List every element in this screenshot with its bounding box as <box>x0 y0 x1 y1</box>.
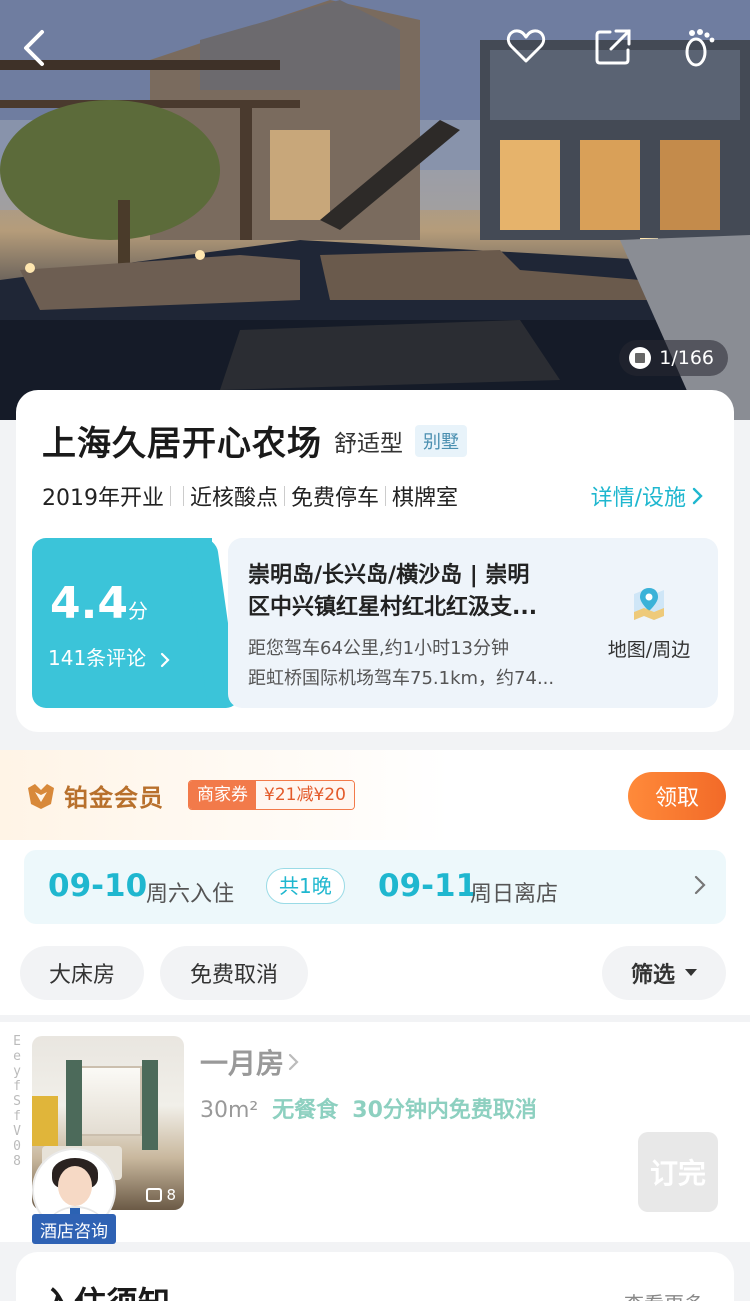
distance-info: 距您驾车64公里,约1小时13分钟 距虹桥国际机场驾车75.1km，约74... <box>248 634 578 694</box>
caret-down-icon <box>685 969 697 976</box>
map-surroundings-button[interactable]: 地图/周边 <box>594 584 704 662</box>
checkout-label: 周日离店 <box>470 882 559 907</box>
room-photo-count: 8 <box>146 1186 176 1204</box>
location-box[interactable]: 崇明岛/长兴岛/横沙岛 | 崇明 区中兴镇红星村红北红汲支... 距您驾车64公… <box>228 538 718 708</box>
notice-title: 入住须知 <box>42 1278 170 1301</box>
crown-icon <box>28 783 54 809</box>
hotel-type: 舒适型 <box>334 430 403 457</box>
nights-badge: 共1晚 <box>266 868 345 904</box>
divider <box>170 486 171 506</box>
details-facilities-link[interactable]: 详情/设施 <box>591 480 704 512</box>
heart-icon <box>506 29 546 63</box>
claim-coupon-button[interactable]: 领取 <box>628 772 726 820</box>
hotel-info-card: 上海久居开心农场 舒适型 别墅 2019年开业 近核酸点 免费停车 棋牌室 详情… <box>16 390 734 732</box>
member-level: 铂金会员 <box>64 784 164 812</box>
checkout-date: 09-11 <box>378 868 478 904</box>
divider <box>284 486 286 506</box>
distance-from-user: 距您驾车64公里,约1小时13分钟 <box>248 638 509 659</box>
room-meal: 无餐食 <box>272 1098 339 1123</box>
divider <box>183 486 184 506</box>
checkin-date: 09-10 <box>48 868 148 904</box>
share-icon <box>595 29 631 65</box>
back-button[interactable] <box>20 28 68 76</box>
favorite-button[interactable] <box>506 28 554 76</box>
footprint-icon <box>685 29 715 67</box>
details-facilities-label: 详情/设施 <box>590 486 686 511</box>
image-icon <box>146 1188 163 1202</box>
hotel-name: 上海久居开心农场 <box>42 424 322 464</box>
member-benefit-strip: 铂金会员 商家券 ¥21减¥20 领取 <box>0 750 750 840</box>
chevron-right-icon <box>694 875 706 895</box>
date-filter-section: 09-10 周六入住 共1晚 09-11 周日离店 大床房 免费取消 筛选 <box>0 840 750 1015</box>
review-count-link[interactable]: 141条评论 <box>48 642 171 671</box>
merchant-coupon[interactable]: 商家券 ¥21减¥20 <box>188 780 355 810</box>
chevron-right-icon <box>160 652 170 667</box>
notice-more-link[interactable]: 查看更多 <box>624 1288 704 1301</box>
room-list-item[interactable]: EeyfSfV08 8 酒店咨询 一月房 30m² 无餐食 30分钟内免费取消 … <box>0 1022 750 1244</box>
back-arrow-icon <box>24 30 44 66</box>
photo-count-text: 1/166 <box>659 347 714 369</box>
filter-button[interactable]: 筛选 <box>602 946 726 1000</box>
room-size: 30m² <box>200 1098 259 1123</box>
chevron-right-icon <box>692 487 703 505</box>
coupon-type: 商家券 <box>189 781 256 809</box>
map-label: 地图/周边 <box>607 639 691 661</box>
checkin-notice-card: 入住须知 查看更多 <box>16 1252 734 1301</box>
fact-parking: 免费停车 <box>291 486 380 511</box>
filter-label: 筛选 <box>630 963 675 988</box>
divider <box>385 486 387 506</box>
image-icon <box>629 347 652 369</box>
room-cancel-policy: 30分钟内免费取消 <box>352 1098 537 1123</box>
date-selector[interactable]: 09-10 周六入住 共1晚 09-11 周日离店 <box>24 850 726 924</box>
fact-covid-test: 近核酸点 <box>190 486 279 511</box>
map-pin-icon <box>634 588 664 620</box>
title-row: 上海久居开心农场 舒适型 别墅 <box>42 416 467 465</box>
facts-row[interactable]: 2019年开业 近核酸点 免费停车 棋牌室 <box>42 480 458 512</box>
rating-score: 4.4分 <box>50 578 148 629</box>
rating-unit: 分 <box>127 599 148 623</box>
hotel-consult-button[interactable]: 酒店咨询 <box>32 1214 116 1244</box>
room-name[interactable]: 一月房 <box>200 1042 300 1082</box>
side-code-text: EeyfSfV08 <box>13 1034 21 1169</box>
sold-out-button[interactable]: 订完 <box>638 1132 718 1212</box>
filter-chip-king-bed[interactable]: 大床房 <box>20 946 144 1000</box>
fact-mahjong-room: 棋牌室 <box>392 486 459 511</box>
distance-from-airport: 距虹桥国际机场驾车75.1km，约74... <box>248 668 555 689</box>
member-badge: 铂金会员 <box>26 778 164 813</box>
hotel-address: 崇明岛/长兴岛/横沙岛 | 崇明 区中兴镇红星村红北红汲支... <box>248 563 538 620</box>
rating-box[interactable]: 4.4分 141条评论 <box>32 538 240 708</box>
filter-chip-free-cancel[interactable]: 免费取消 <box>160 946 308 1000</box>
hotel-category-tag: 别墅 <box>415 424 467 457</box>
chevron-right-icon <box>288 1053 299 1071</box>
share-button[interactable] <box>594 28 642 76</box>
hero-image[interactable]: 1/166 <box>0 0 750 420</box>
review-count: 141条评论 <box>48 646 147 670</box>
room-meta: 30m² 无餐食 30分钟内免费取消 <box>200 1092 537 1124</box>
history-footprint-button[interactable] <box>682 28 730 76</box>
fact-opened: 2019年开业 <box>42 486 164 511</box>
coupon-value: ¥21减¥20 <box>256 781 354 809</box>
photo-counter[interactable]: 1/166 <box>619 340 728 376</box>
checkin-label: 周六入住 <box>146 882 235 907</box>
